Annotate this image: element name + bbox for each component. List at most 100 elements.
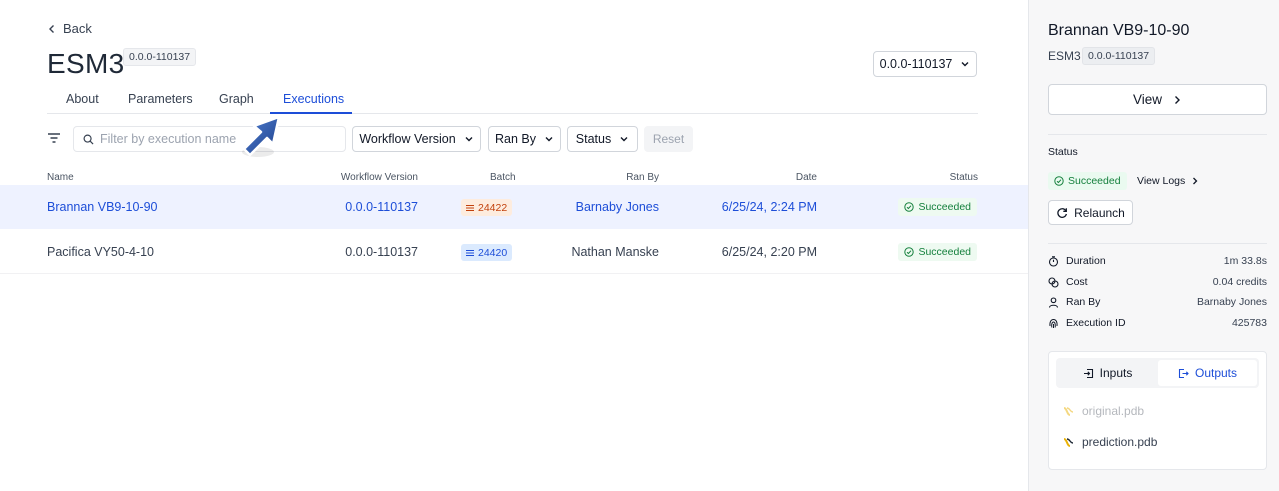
workflow-version-filter-label: Workflow Version [359,132,456,146]
reset-button[interactable]: Reset [644,126,693,152]
chevron-down-icon [545,137,553,142]
tab-inputs-label: Inputs [1099,366,1133,380]
table-row[interactable]: Pacifica VY50-4-10 0.0.0-110137 24420 Na… [0,230,1028,274]
logout-icon [1178,368,1189,378]
tab-executions[interactable]: Executions [283,92,344,106]
status-badge: Succeeded [898,243,977,261]
tab-inputs[interactable]: Inputs [1058,360,1157,386]
check-circle-icon [904,202,915,212]
view-button-label: View [1132,92,1163,107]
user-icon [1048,297,1059,308]
detail-version-badge: 0.0.0-110137 [1082,47,1156,65]
tab-outputs-label: Outputs [1194,366,1238,380]
ran-by-cell[interactable]: Nathan Manske [571,245,659,259]
meta-ran-by: Ran By Barnaby Jones [1048,296,1267,310]
fingerprint-icon [1049,318,1058,328]
status-filter-label: Status [575,132,612,146]
status-text: Succeeded [918,201,971,213]
tab-parameters[interactable]: Parameters [128,92,193,106]
relaunch-button[interactable]: Relaunch [1048,200,1133,225]
ran-by-cell[interactable]: Barnaby Jones [576,200,659,214]
filter-icon[interactable] [47,131,61,145]
timer-icon [1048,256,1059,267]
table-row[interactable]: Brannan VB9-10-90 0.0.0-110137 24422 Bar… [0,185,1028,229]
version-select[interactable]: 0.0.0-110137 [873,51,977,77]
meta-key: Ran By [1066,296,1101,308]
meta-cost: Cost 0.04 credits [1048,276,1267,290]
file-item[interactable]: prediction.pdb [1063,435,1157,449]
relaunch-label: Relaunch [1074,205,1125,220]
coins-icon [1048,277,1059,288]
execution-detail-panel: Brannan VB9-10-90 ESM3 0.0.0-110137 View… [1028,0,1279,491]
tab-graph[interactable]: Graph [219,92,254,106]
divider [1048,134,1267,135]
meta-value: 1m 33.8s [1223,255,1267,267]
back-label: Back [63,21,92,36]
status-badge: Succeeded [898,198,977,216]
workflow-version-cell[interactable]: 0.0.0-110137 [345,200,418,214]
date-cell: 6/25/24, 2:24 PM [721,200,817,214]
file-name: original.pdb [1082,404,1145,418]
meta-key: Execution ID [1066,317,1126,329]
detail-workflow-name: ESM3 [1048,49,1081,63]
detail-title: Brannan VB9-10-90 [1048,22,1190,39]
column-header-date: Date [795,172,817,183]
status-badge: Succeeded [1048,172,1127,190]
login-icon [1083,368,1093,378]
meta-duration: Duration 1m 33.8s [1048,255,1267,269]
execution-name[interactable]: Brannan VB9-10-90 [47,200,158,214]
meta-value: 0.04 credits [1212,276,1267,288]
protein-file-icon [1063,406,1074,416]
list-icon [466,249,474,256]
execution-name[interactable]: Pacifica VY50-4-10 [47,245,154,259]
file-item[interactable]: original.pdb [1063,404,1144,418]
view-logs-link[interactable]: View Logs [1137,175,1199,187]
status-text: Succeeded [1068,175,1121,187]
tab-bar: About Parameters Graph Executions [47,88,978,114]
chevron-left-icon [49,24,54,33]
check-circle-icon [904,247,915,257]
ran-by-filter-label: Ran By [495,132,536,146]
ran-by-filter[interactable]: Ran By [488,126,561,152]
search-icon [83,134,94,145]
batch-badge[interactable]: 24420 [461,244,513,261]
divider [1048,243,1267,244]
tab-outputs[interactable]: Outputs [1158,360,1257,386]
chevron-down-icon [961,62,969,67]
io-tab-bar: Inputs Outputs [1056,358,1259,388]
search-box [73,126,346,152]
column-header-ran-by: Ran By [626,172,659,183]
status-heading: Status [1048,146,1078,158]
tab-about[interactable]: About [66,92,99,106]
page-title: ESM3 [47,48,125,79]
column-header-workflow-version: Workflow Version [340,172,418,183]
main-panel: Back ESM3 0.0.0-110137 0.0.0-110137 Abou… [0,0,1028,491]
mouse-cursor-icon [242,115,281,157]
version-badge: 0.0.0-110137 [123,48,197,66]
meta-execution-id: Execution ID 425783 [1048,317,1267,331]
back-link[interactable]: Back [47,21,92,36]
workflow-version-cell[interactable]: 0.0.0-110137 [345,245,418,259]
check-circle-icon [1054,176,1064,186]
workflow-version-filter[interactable]: Workflow Version [352,126,481,152]
view-button[interactable]: View [1048,84,1267,115]
view-logs-label: View Logs [1137,175,1186,187]
column-header-name: Name [47,172,74,183]
refresh-icon [1057,207,1068,218]
version-select-value: 0.0.0-110137 [879,57,953,71]
date-cell: 6/25/24, 2:20 PM [721,245,817,259]
batch-number: 24420 [478,246,508,259]
column-header-batch: Batch [490,172,516,183]
file-name: prediction.pdb [1082,435,1158,449]
batch-number: 24422 [478,201,508,214]
status-filter[interactable]: Status [567,126,638,152]
chevron-down-icon [465,137,473,142]
meta-value: 425783 [1231,317,1267,329]
list-icon [466,204,474,211]
chevron-down-icon [620,137,628,142]
io-panel: Inputs Outputs original.pdb prediction.p… [1048,351,1267,470]
meta-key: Duration [1066,255,1106,267]
batch-badge[interactable]: 24422 [461,199,513,216]
column-header-status: Status [949,172,978,183]
protein-file-icon [1063,437,1074,447]
